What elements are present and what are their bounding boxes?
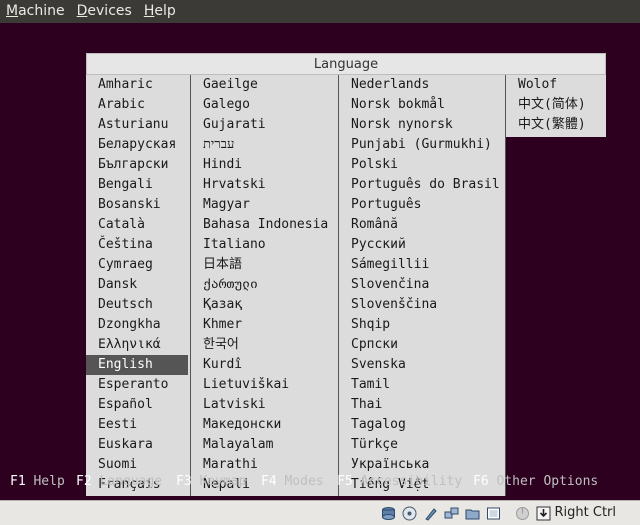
language-option[interactable]: Shqip — [339, 315, 505, 335]
fkey-label: Language — [99, 474, 163, 489]
menubar: Machine Devices Help — [0, 0, 640, 23]
language-option[interactable]: Português — [339, 195, 505, 215]
fkey-key: F6 — [473, 474, 489, 489]
language-option[interactable]: Italiano — [191, 235, 338, 255]
language-column-2: Gaeilge Galego Gujarati עברית Hindi Hrvatski M… — [191, 75, 339, 496]
language-option[interactable]: Español — [86, 395, 190, 415]
hard-disk-icon[interactable] — [381, 506, 396, 521]
fkey-hint[interactable]: F1 Help — [10, 474, 65, 489]
language-option[interactable]: Български — [86, 155, 190, 175]
fkey-hint[interactable]: F5 Accessibility — [337, 474, 462, 489]
language-option[interactable]: Dzongkha — [86, 315, 190, 335]
network-icon[interactable] — [444, 506, 459, 521]
language-column-4: Wolof 中文(简体) 中文(繁體) — [506, 75, 606, 137]
language-option[interactable]: Ελληνικά — [86, 335, 190, 355]
fkey-key: F2 — [76, 474, 92, 489]
language-option[interactable]: Sámegillii — [339, 255, 505, 275]
language-option[interactable]: Slovenščina — [339, 295, 505, 315]
language-option[interactable]: Hindi — [191, 155, 338, 175]
fkey-key: F1 — [10, 474, 26, 489]
language-option[interactable]: Khmer — [191, 315, 338, 335]
language-option[interactable]: Bosanski — [86, 195, 190, 215]
optical-drive-icon[interactable] — [402, 506, 417, 521]
language-option[interactable]: Esperanto — [86, 375, 190, 395]
keyboard-capture-icon[interactable] — [536, 506, 551, 521]
host-key-label: Right Ctrl — [554, 505, 617, 520]
language-option[interactable]: Amharic — [86, 75, 190, 95]
usb-icon[interactable] — [423, 506, 438, 521]
language-option[interactable]: Nederlands — [339, 75, 505, 95]
language-option[interactable]: Asturianu — [86, 115, 190, 135]
language-option[interactable]: Bahasa Indonesia — [191, 215, 338, 235]
language-option[interactable]: Қазақ — [191, 295, 338, 315]
shared-folder-icon[interactable] — [465, 506, 480, 521]
fkey-label: Accessibility — [360, 474, 463, 489]
language-option[interactable]: Cymraeg — [86, 255, 190, 275]
language-option[interactable]: Српски — [339, 335, 505, 355]
language-option[interactable]: ქართული — [191, 275, 338, 295]
language-option[interactable]: Hrvatski — [191, 175, 338, 195]
language-option[interactable]: Македонски — [191, 415, 338, 435]
language-option[interactable]: English — [86, 355, 188, 375]
language-option[interactable]: Wolof — [506, 75, 606, 95]
language-option[interactable]: Thai — [339, 395, 505, 415]
language-option[interactable]: Gaeilge — [191, 75, 338, 95]
language-option[interactable]: Norsk bokmål — [339, 95, 505, 115]
language-column-1: Amharic Arabic Asturianu Беларуская Българск… — [86, 75, 191, 496]
fkey-key: F3 — [176, 474, 192, 489]
fkey-label: Keymap — [199, 474, 247, 489]
language-option[interactable]: עברית — [191, 135, 338, 155]
language-option[interactable]: Português do Brasil — [339, 175, 505, 195]
fkey-hint[interactable]: F6 Other Options — [473, 474, 598, 489]
language-option[interactable]: 中文(简体) — [506, 95, 606, 115]
menu-help[interactable]: Help — [138, 0, 182, 23]
language-option[interactable]: 한국어 — [191, 335, 338, 355]
fkey-label: Modes — [284, 474, 324, 489]
language-option[interactable]: Punjabi (Gurmukhi) — [339, 135, 505, 155]
status-bar: Right Ctrl — [0, 500, 640, 525]
language-option[interactable]: Latviski — [191, 395, 338, 415]
language-option[interactable]: Türkçe — [339, 435, 505, 455]
language-option[interactable]: Norsk nynorsk — [339, 115, 505, 135]
language-option[interactable]: Tagalog — [339, 415, 505, 435]
language-column-3: Nederlands Norsk bokmål Norsk nynorsk Punja… — [339, 75, 506, 496]
fkey-hint[interactable]: F4 Modes — [261, 474, 324, 489]
fkey-label: Help — [33, 474, 65, 489]
fkey-label: Other Options — [496, 474, 599, 489]
fkey-key: F5 — [337, 474, 353, 489]
language-option[interactable]: Kurdî — [191, 355, 338, 375]
language-option[interactable]: Русский — [339, 235, 505, 255]
language-option[interactable]: Galego — [191, 95, 338, 115]
language-option[interactable]: Magyar — [191, 195, 338, 215]
language-option[interactable]: Română — [339, 215, 505, 235]
language-option[interactable]: Беларуская — [86, 135, 190, 155]
dialog-title: Language — [86, 53, 606, 75]
fkey-hint[interactable]: F2 Language — [76, 474, 162, 489]
fkey-key: F4 — [261, 474, 277, 489]
language-option[interactable]: Čeština — [86, 235, 190, 255]
language-option[interactable]: 日本語 — [191, 255, 338, 275]
language-option[interactable]: Bengali — [86, 175, 190, 195]
language-option[interactable]: Català — [86, 215, 190, 235]
language-option[interactable]: Lietuviškai — [191, 375, 338, 395]
language-option[interactable]: Tamil — [339, 375, 505, 395]
language-option[interactable]: Arabic — [86, 95, 190, 115]
fkey-hint[interactable]: F3 Keymap — [176, 474, 246, 489]
menu-machine[interactable]: Machine — [0, 0, 71, 23]
language-option[interactable]: 中文(繁體) — [506, 115, 606, 135]
display-icon[interactable] — [486, 506, 501, 521]
language-option[interactable]: Gujarati — [191, 115, 338, 135]
language-option[interactable]: Slovenčina — [339, 275, 505, 295]
language-option[interactable]: Dansk — [86, 275, 190, 295]
vm-screen: Language Amharic Arabic Asturianu Беларуска… — [0, 23, 640, 500]
language-option[interactable]: Deutsch — [86, 295, 190, 315]
mouse-integration-icon[interactable] — [515, 506, 530, 521]
language-option[interactable]: Svenska — [339, 355, 505, 375]
language-option[interactable]: Polski — [339, 155, 505, 175]
language-option[interactable]: Eesti — [86, 415, 190, 435]
menu-devices[interactable]: Devices — [71, 0, 138, 23]
language-option[interactable]: Euskara — [86, 435, 190, 455]
language-option[interactable]: Malayalam — [191, 435, 338, 455]
function-key-bar: F1 Help F2 Language F3 Keymap F4 Modes F5 Ac… — [0, 470, 640, 496]
